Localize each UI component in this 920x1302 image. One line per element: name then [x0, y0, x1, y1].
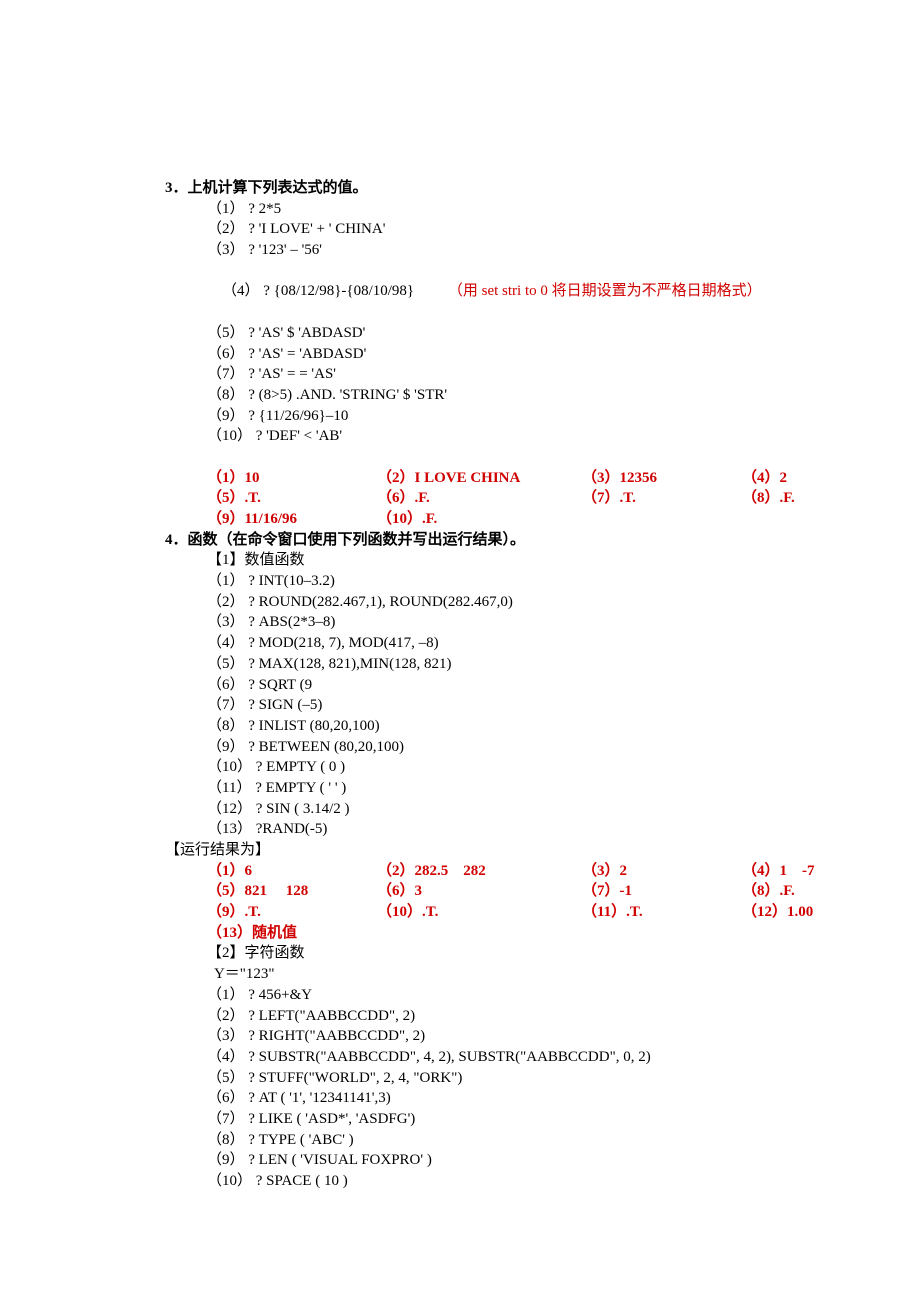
s4p1-q3: （3） ? ABS(2*3–8) — [207, 612, 825, 633]
s4p1-q6: （6） ? SQRT (9 — [207, 675, 825, 696]
s4-p2-title: 【2】字符函数 — [207, 943, 825, 964]
s3-a9: （9）11/16/96 — [207, 509, 377, 530]
s3-q8: （8） ? (8>5) .AND. 'STRING' $ 'STR' — [207, 385, 825, 406]
s3-a8: （8）.F. — [742, 488, 795, 509]
s3-q9: （9） ? {11/26/96}–10 — [207, 406, 825, 427]
s3-q4-line: （4） ? {08/12/98}-{08/10/98} （用 set stri … — [207, 261, 825, 323]
s4p2-y: Y＝"123" — [207, 964, 825, 985]
s4p1-q10: （10） ? EMPTY ( 0 ) — [207, 757, 825, 778]
s4p1-q8: （8） ? INLIST (80,20,100) — [207, 716, 825, 737]
run-result-head: 【运行结果为】 — [165, 840, 825, 861]
s4p1-q7: （7） ? SIGN (–5) — [207, 695, 825, 716]
s3-q4: （4） ? {08/12/98}-{08/10/98} — [222, 283, 414, 299]
s4p1-q11: （11） ? EMPTY ( ' ' ) — [207, 778, 825, 799]
document-page: 3．上机计算下列表达式的值。 （1） ? 2*5 （2） ? 'I LOVE' … — [0, 0, 920, 1252]
s3-q3: （3） ? '123' – '56' — [207, 240, 825, 261]
s4p2-q3: （3） ? RIGHT("AABBCCDD", 2) — [207, 1026, 825, 1047]
s4p1-ans-row4: （13）随机值 — [207, 923, 825, 944]
a11: （11）.T. — [582, 902, 742, 923]
s4p2-q6: （6） ? AT ( '1', '12341141',3) — [207, 1088, 825, 1109]
s4p1-ans-row3: （9）.T. （10）.T. （11）.T. （12）1.00 — [207, 902, 825, 923]
s4-p1-title: 【1】数值函数 — [207, 550, 825, 571]
s3-a10: （10）.F. — [377, 509, 582, 530]
s4p2-q8: （8） ? TYPE ( 'ABC' ) — [207, 1130, 825, 1151]
s4p1-q12: （12） ? SIN ( 3.14/2 ) — [207, 799, 825, 820]
s3-q4-note: （用 set stri to 0 将日期设置为不严格日期格式） — [448, 283, 762, 299]
s3-a3: （3）12356 — [582, 468, 742, 489]
a9: （9）.T. — [207, 902, 377, 923]
a1: （1）6 — [207, 861, 377, 882]
s3-q5: （5） ? 'AS' $ 'ABDASD' — [207, 323, 825, 344]
a14 — [377, 923, 582, 944]
s3-ans-row2: （5）.T. （6）.F. （7）.T. （8）.F. — [207, 488, 825, 509]
s3-ans-row1: （1）10 （2）I LOVE CHINA （3）12356 （4）2 — [207, 468, 825, 489]
a2: （2）282.5 282 — [377, 861, 582, 882]
a12: （12）1.00 — [742, 902, 813, 923]
a7: （7）-1 — [582, 881, 742, 902]
a8: （8）.F. — [742, 881, 795, 902]
s4p2-q4: （4） ? SUBSTR("AABBCCDD", 4, 2), SUBSTR("… — [207, 1047, 825, 1068]
s3-q6: （6） ? 'AS' = 'ABDASD' — [207, 344, 825, 365]
s4p1-q9: （9） ? BETWEEN (80,20,100) — [207, 737, 825, 758]
s3-q10: （10） ? 'DEF' < 'AB' — [207, 426, 825, 447]
a10: （10）.T. — [377, 902, 582, 923]
s3-a4: （4）2 — [742, 468, 787, 489]
a5: （5）821 128 — [207, 881, 377, 902]
s4p2-q10: （10） ? SPACE ( 10 ) — [207, 1171, 825, 1192]
section-3-title: 3．上机计算下列表达式的值。 — [165, 178, 825, 199]
s4p1-q4: （4） ? MOD(218, 7), MOD(417, –8) — [207, 633, 825, 654]
s4p2-q2: （2） ? LEFT("AABBCCDD", 2) — [207, 1006, 825, 1027]
spacer — [207, 447, 825, 468]
s4p1-ans-row1: （1）6 （2）282.5 282 （3）2 （4）1 -7 — [207, 861, 825, 882]
section-4-title: 4．函数（在命令窗口使用下列函数并写出运行结果）。 — [165, 530, 825, 551]
s4p2-q7: （7） ? LIKE ( 'ASD*', 'ASDFG') — [207, 1109, 825, 1130]
s3-ans-row3: （9）11/16/96 （10）.F. — [207, 509, 825, 530]
a6: （6）3 — [377, 881, 582, 902]
s4p1-q5: （5） ? MAX(128, 821),MIN(128, 821) — [207, 654, 825, 675]
s4p2-q1: （1） ? 456+&Y — [207, 985, 825, 1006]
s4p1-q1: （1） ? INT(10–3.2) — [207, 571, 825, 592]
s4p1-q2: （2） ? ROUND(282.467,1), ROUND(282.467,0) — [207, 592, 825, 613]
s3-a7: （7）.T. — [582, 488, 742, 509]
s4p2-q9: （9） ? LEN ( 'VISUAL FOXPRO' ) — [207, 1150, 825, 1171]
s3-a11 — [582, 509, 742, 530]
a13: （13）随机值 — [207, 923, 377, 944]
a3: （3）2 — [582, 861, 742, 882]
s3-a6: （6）.F. — [377, 488, 582, 509]
a15 — [582, 923, 742, 944]
s3-q2: （2） ? 'I LOVE' + ' CHINA' — [207, 219, 825, 240]
s3-q1: （1） ? 2*5 — [207, 199, 825, 220]
s3-a1: （1）10 — [207, 468, 377, 489]
s4p2-q5: （5） ? STUFF("WORLD", 2, 4, "ORK") — [207, 1068, 825, 1089]
a4: （4）1 -7 — [742, 861, 815, 882]
s4p1-q13: （13） ?RAND(-5) — [207, 819, 825, 840]
s3-a5: （5）.T. — [207, 488, 377, 509]
s4p1-ans-row2: （5）821 128 （6）3 （7）-1 （8）.F. — [207, 881, 825, 902]
s3-q7: （7） ? 'AS' = = 'AS' — [207, 364, 825, 385]
s3-a2: （2）I LOVE CHINA — [377, 468, 582, 489]
